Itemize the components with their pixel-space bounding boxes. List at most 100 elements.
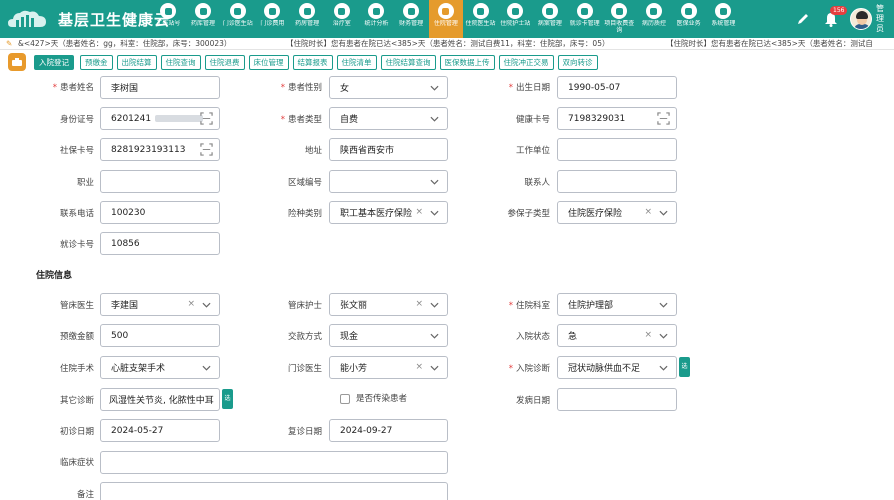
other-diagnosis-field[interactable]: 风湿性关节炎, 化脓性中耳 bbox=[100, 388, 220, 411]
module-item[interactable]: 项目收费查询 bbox=[602, 0, 637, 38]
module-item[interactable]: 药房管理 bbox=[290, 0, 325, 38]
toolbar-button[interactable]: 床位管理 bbox=[248, 54, 289, 70]
remark-field[interactable] bbox=[100, 482, 448, 500]
toolbar-button[interactable]: 住院查询 bbox=[160, 54, 201, 70]
edit-pencil-icon[interactable] bbox=[792, 8, 814, 30]
chevron-down-icon bbox=[430, 210, 439, 216]
module-item[interactable]: 病案管理 bbox=[533, 0, 568, 38]
health-card-label: 健康卡号 bbox=[515, 115, 550, 125]
module-label: 系统管理 bbox=[711, 20, 736, 27]
patient-gender-select[interactable]: 女 bbox=[329, 76, 448, 99]
toolbar-button[interactable]: 双向转诊 bbox=[557, 54, 598, 70]
outpatient-doctor-label: 门诊医生 bbox=[287, 364, 322, 374]
onset-date-field[interactable] bbox=[557, 388, 677, 411]
toolbar-button[interactable]: 结算报表 bbox=[292, 54, 333, 70]
clear-icon[interactable]: × bbox=[644, 330, 652, 340]
module-icon bbox=[368, 3, 385, 19]
first-visit-date-field[interactable]: 2024-05-27 bbox=[100, 419, 220, 442]
user-name[interactable]: 管理员 bbox=[876, 4, 886, 34]
toolbar-button[interactable]: 出院结算 bbox=[116, 54, 157, 70]
review-date-field[interactable]: 2024-09-27 bbox=[329, 419, 448, 442]
module-icon bbox=[611, 3, 628, 19]
surgery-select[interactable]: 心脏支架手术 bbox=[100, 356, 220, 379]
admission-diagnosis-select[interactable]: 冠状动脉供血不足 bbox=[557, 356, 677, 379]
insurance-type-select[interactable]: 职工基本医疗保险 × bbox=[329, 201, 448, 224]
toolbar-button[interactable]: 入院登记 bbox=[34, 54, 74, 70]
avatar[interactable] bbox=[850, 8, 872, 30]
prepay-amount-field[interactable]: 500 bbox=[100, 324, 220, 347]
module-icon bbox=[437, 3, 454, 19]
clear-icon[interactable]: × bbox=[415, 299, 423, 309]
visit-card-field[interactable]: 10856 bbox=[100, 232, 220, 255]
module-item[interactable]: 治疗室 bbox=[324, 0, 359, 38]
health-card-field[interactable]: 7198329031 bbox=[557, 107, 677, 130]
module-item[interactable]: 住院管理 bbox=[428, 0, 464, 38]
cloud-logo-icon bbox=[6, 7, 50, 31]
app-root: 基层卫生健康云 工作站号 药库管理 门诊医生站 门诊费用 药房管理 治疗室 统计分析 财务管理… bbox=[0, 0, 894, 500]
module-item[interactable]: 就诊卡管理 bbox=[567, 0, 602, 38]
contact-person-label: 联系人 bbox=[524, 178, 550, 188]
other-diagnosis-pick-button[interactable]: 选 bbox=[222, 389, 233, 409]
module-item[interactable]: 病历质控 bbox=[637, 0, 672, 38]
chevron-down-icon bbox=[430, 333, 439, 339]
occupation-field[interactable] bbox=[100, 170, 220, 193]
scan-icon[interactable] bbox=[200, 143, 213, 156]
module-icon bbox=[403, 3, 420, 19]
admission-status-select[interactable]: 急 × bbox=[557, 324, 677, 347]
module-item[interactable]: 工作站号 bbox=[151, 0, 186, 38]
clear-icon[interactable]: × bbox=[415, 362, 423, 372]
module-item[interactable]: 财务管理 bbox=[394, 0, 429, 38]
module-item[interactable]: 统计分析 bbox=[359, 0, 394, 38]
social-card-field[interactable]: 8281923193113 bbox=[100, 138, 220, 161]
home-icon[interactable] bbox=[8, 53, 26, 71]
address-label: 地址 bbox=[304, 146, 322, 156]
module-label: 统计分析 bbox=[364, 20, 389, 27]
birth-date-field[interactable]: 1990-05-07 bbox=[557, 76, 677, 99]
clear-icon[interactable]: × bbox=[644, 207, 652, 217]
outpatient-doctor-select[interactable]: 能小芳 × bbox=[329, 356, 448, 379]
payment-method-label: 交款方式 bbox=[287, 332, 322, 342]
bed-nurse-select[interactable]: 张文丽 × bbox=[329, 293, 448, 316]
infectious-checkbox[interactable] bbox=[340, 394, 350, 404]
inpatient-dept-select[interactable]: 住院护理部 bbox=[557, 293, 677, 316]
function-toolbar: 入院登记 预缴金 出院结算 住院查询 住院退费 床位管理 结算报表 住院清单 住院结算查询 医保数… bbox=[0, 51, 894, 73]
notification-bell-icon[interactable]: 156 bbox=[820, 6, 848, 30]
patient-type-select[interactable]: 自费 bbox=[329, 107, 448, 130]
module-item[interactable]: 门诊费用 bbox=[255, 0, 290, 38]
payment-method-select[interactable]: 现金 bbox=[329, 324, 448, 347]
insurance-type-label: 险种类别 bbox=[287, 209, 322, 219]
toolbar-button[interactable]: 住院结算查询 bbox=[380, 54, 436, 70]
clinical-symptom-field[interactable] bbox=[100, 451, 448, 474]
clear-icon[interactable]: × bbox=[187, 299, 195, 309]
scan-icon[interactable] bbox=[200, 112, 213, 125]
module-item[interactable]: 住院医生站 bbox=[463, 0, 498, 38]
id-card-label: 身份证号 bbox=[59, 115, 94, 125]
diagnosis-pick-button[interactable]: 选 bbox=[679, 357, 690, 377]
id-card-field[interactable]: 6201241 bbox=[100, 107, 220, 130]
toolbar-button[interactable]: 医保数据上传 bbox=[439, 54, 495, 70]
scan-icon[interactable] bbox=[657, 112, 670, 125]
bed-doctor-select[interactable]: 李建国 × bbox=[100, 293, 220, 316]
module-item[interactable]: 住院护士站 bbox=[498, 0, 533, 38]
module-item[interactable]: 系统管理 bbox=[706, 0, 741, 38]
module-item[interactable]: 药库管理 bbox=[186, 0, 221, 38]
toolbar-button[interactable]: 住院退费 bbox=[204, 54, 245, 70]
contact-person-field[interactable] bbox=[557, 170, 677, 193]
redaction-mask bbox=[155, 115, 204, 122]
module-label: 门诊费用 bbox=[260, 20, 285, 27]
phone-field[interactable]: 100230 bbox=[100, 201, 220, 224]
module-item[interactable]: 门诊医生站 bbox=[220, 0, 255, 38]
toolbar-button[interactable]: 预缴金 bbox=[80, 54, 113, 70]
area-code-select[interactable] bbox=[329, 170, 448, 193]
address-field[interactable]: 陕西省西安市 bbox=[329, 138, 448, 161]
insurance-subtype-select[interactable]: 住院医疗保险 × bbox=[557, 201, 677, 224]
chevron-down-icon bbox=[202, 302, 211, 308]
patient-name-field[interactable]: 李树国 bbox=[100, 76, 220, 99]
toolbar-button[interactable]: 住院冲正交易 bbox=[498, 54, 554, 70]
bed-nurse-label: 管床护士 bbox=[287, 301, 322, 311]
admission-diagnosis-label: * 入院诊断 bbox=[508, 364, 550, 374]
toolbar-button[interactable]: 住院清单 bbox=[336, 54, 377, 70]
module-item[interactable]: 医保业务 bbox=[671, 0, 706, 38]
clear-icon[interactable]: × bbox=[415, 207, 423, 217]
work-unit-field[interactable] bbox=[557, 138, 677, 161]
